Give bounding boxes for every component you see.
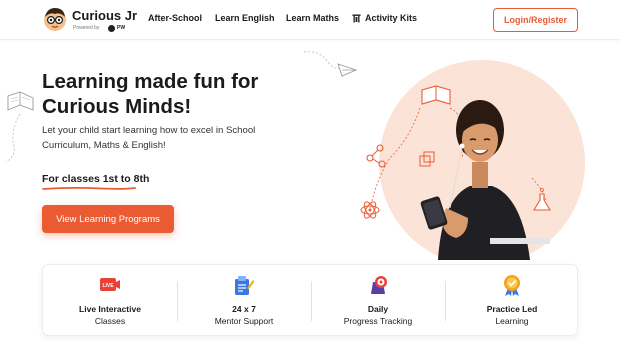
progress-tracking-icon [371, 276, 387, 294]
features-card: LIVE Live Interactive Classes 24 x 7 Men… [42, 264, 578, 336]
logo-powered-by: Powered by [73, 25, 100, 31]
classes-label: For classes 1st to 8th [42, 173, 150, 185]
logo[interactable]: Curious Jr Powered by PW [42, 6, 137, 34]
nav-after-school[interactable]: After-School [148, 13, 202, 23]
nav-learn-maths[interactable]: Learn Maths [286, 13, 339, 23]
nav-activity-kits[interactable]: Activity Kits [352, 13, 417, 23]
svg-text:LIVE: LIVE [102, 283, 114, 289]
logo-title: Curious Jr [72, 8, 138, 23]
live-icon: LIVE [100, 278, 120, 291]
open-book-doodle-icon [5, 91, 34, 163]
logo-face-icon [44, 8, 66, 31]
classes-underline-icon [42, 186, 136, 190]
hero-subtitle: Let your child start learning how to exc… [42, 125, 256, 151]
feature-progress-tracking: Daily Progress Tracking [311, 265, 445, 337]
hero-illustration [360, 60, 585, 260]
pw-brand-icon [108, 24, 115, 32]
nav-learn-english[interactable]: Learn English [215, 13, 275, 23]
nav-activity-kits-label: Activity Kits [365, 13, 418, 23]
view-learning-programs-button[interactable]: View Learning Programs [42, 205, 174, 233]
feature-title: 24 x 7 [232, 304, 256, 314]
feature-mentor-support: 24 x 7 Mentor Support [177, 265, 311, 337]
feature-title: Practice Led [486, 304, 538, 314]
kits-icon [352, 14, 361, 22]
feature-title: Live Interactive [79, 304, 141, 314]
feature-subtitle: Mentor Support [214, 316, 274, 326]
hero-title: Learning made fun for Curious Minds! [42, 70, 259, 118]
login-register-button[interactable]: Login/Register [493, 8, 578, 32]
feature-subtitle: Classes [94, 316, 126, 326]
feature-practice-learning: Practice Led Learning [445, 265, 579, 337]
logo-brand-mark: PW [117, 25, 126, 31]
feature-live-classes: LIVE Live Interactive Classes [43, 265, 177, 337]
feature-subtitle: Learning [495, 316, 529, 326]
site-header: Curious Jr Powered by PW After-School Le… [0, 0, 620, 40]
mentor-support-icon [235, 276, 255, 295]
atom-doodle-icon [360, 201, 380, 219]
feature-subtitle: Progress Tracking [343, 316, 413, 326]
feature-title: Daily [367, 304, 389, 314]
practice-badge-icon [504, 275, 520, 296]
